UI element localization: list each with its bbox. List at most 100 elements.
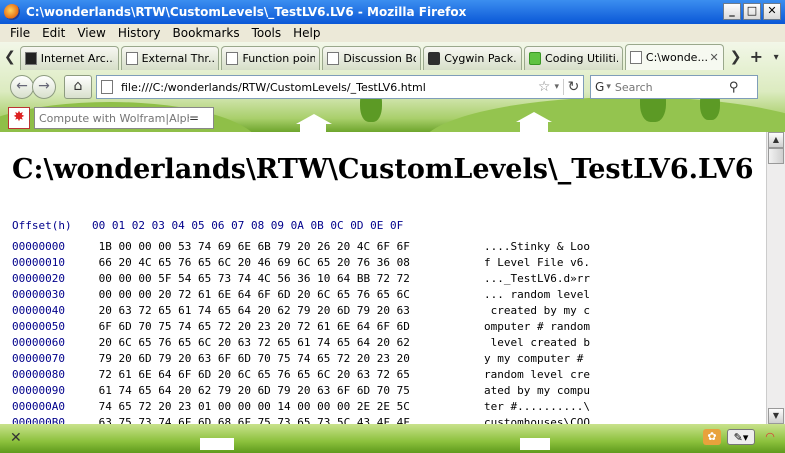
hex-bytes: 74 65 72 20 23 01 00 00 00 14 00 00 00 2… [92, 400, 410, 413]
hex-offset: 00000080 [12, 368, 65, 381]
title-bar: C:\wonderlands\RTW\CustomLevels\_TestLV6… [0, 0, 785, 24]
tab-current-file[interactable]: C:\wonde... ✕ [624, 44, 724, 70]
hex-bytes: 6F 6D 70 75 74 65 72 20 23 20 72 61 6E 6… [92, 320, 410, 333]
menu-view[interactable]: View [71, 26, 111, 40]
page-title: C:\wonderlands\RTW\CustomLevels\_TestLV6… [12, 154, 754, 185]
hex-row: 00000000 1B 00 00 00 53 74 69 6E 6B 79 2… [12, 239, 590, 255]
hex-bytes: 72 61 6E 64 6F 6D 20 6C 65 76 65 6C 20 6… [92, 368, 410, 381]
hex-ascii: customhouses\COO [484, 416, 590, 424]
wolfram-input[interactable] [39, 111, 189, 125]
hex-offset: 00000060 [12, 336, 65, 349]
tab-function-pointers[interactable]: Function poin... [221, 46, 321, 70]
menu-help[interactable]: Help [287, 26, 326, 40]
hex-row: 00000080 72 61 6E 64 6F 6D 20 6C 65 76 6… [12, 367, 590, 383]
tab-close-icon[interactable]: ✕ [710, 51, 719, 64]
scroll-down-button[interactable]: ▼ [768, 408, 784, 424]
tab-external-threads[interactable]: External Thr... [120, 46, 220, 70]
tab-label: Cygwin Pack... [444, 52, 518, 65]
tab-cygwin-packages[interactable]: Cygwin Pack... [423, 46, 523, 70]
menu-history[interactable]: History [112, 26, 167, 40]
url-text[interactable]: file:///C:/wonderlands/RTW/CustomLevels/… [121, 81, 538, 94]
hex-row: 000000A0 74 65 72 20 23 01 00 00 00 14 0… [12, 399, 590, 415]
navigation-bar: ← → ⌂ file:///C:/wonderlands/RTW/CustomL… [0, 72, 785, 102]
hex-bytes: 66 20 4C 65 76 65 6C 20 46 69 6C 65 20 7… [92, 256, 410, 269]
hex-bytes: 00 00 00 5F 54 65 73 74 4C 56 36 10 64 B… [92, 272, 410, 285]
tabs-scroll-left-button[interactable]: ❮ [0, 46, 20, 70]
hex-row: 00000030 00 00 00 20 72 61 6E 64 6F 6D 2… [12, 287, 590, 303]
wolfram-alpha-icon[interactable]: ✸ [8, 107, 30, 129]
menu-tools[interactable]: Tools [246, 26, 288, 40]
bookmark-star-icon[interactable]: ☆ [538, 79, 551, 95]
addon-icons: ✿ ✎▾ ◠ [703, 429, 779, 445]
hex-row: 000000B0 63 75 73 74 6F 6D 68 6F 75 73 6… [12, 415, 590, 424]
wolfram-compute-button[interactable]: = [189, 111, 199, 125]
search-engine-icon[interactable]: G [595, 80, 604, 94]
hex-offset: 00000070 [12, 352, 65, 365]
forward-button[interactable]: → [32, 75, 56, 99]
hex-bytes: 61 74 65 64 20 62 79 20 6D 79 20 63 6F 6… [92, 384, 410, 397]
tab-internet-archive[interactable]: Internet Arc... [19, 46, 119, 70]
new-tab-button[interactable]: + [746, 46, 768, 70]
hex-bytes: 1B 00 00 00 53 74 69 6E 6B 79 20 26 20 4… [92, 240, 410, 253]
tab-label: C:\wonde... [645, 51, 707, 64]
rainbow-addon-icon[interactable]: ◠ [761, 429, 779, 445]
search-engine-dropdown-icon[interactable]: ▾ [606, 82, 611, 92]
search-icon[interactable]: ⚲ [729, 80, 739, 95]
archive-icon [24, 52, 37, 65]
hex-row: 00000010 66 20 4C 65 76 65 6C 20 46 69 6… [12, 255, 590, 271]
tab-label: Function poin... [242, 52, 315, 65]
fox-addon-icon[interactable]: ✿ [703, 429, 721, 445]
hex-offset: 00000050 [12, 320, 65, 333]
back-button[interactable]: ← [10, 75, 34, 99]
tab-label: Internet Arc... [40, 52, 114, 65]
home-button[interactable]: ⌂ [64, 75, 92, 99]
hex-row: 00000060 20 6C 65 76 65 6C 20 63 72 65 6… [12, 335, 590, 351]
menu-bookmarks[interactable]: Bookmarks [167, 26, 246, 40]
hex-offset: 000000B0 [12, 416, 65, 424]
tabs-scroll-right-button[interactable]: ❯ [726, 46, 746, 70]
menu-edit[interactable]: Edit [36, 26, 71, 40]
vertical-scrollbar[interactable]: ▲ ▼ [766, 132, 785, 424]
addon-bar: ✕ ✿ ✎▾ ◠ [0, 424, 785, 453]
hex-offset: 00000040 [12, 304, 65, 317]
url-history-dropdown[interactable]: ▾ [554, 82, 559, 92]
url-bar[interactable]: file:///C:/wonderlands/RTW/CustomLevels/… [96, 75, 584, 99]
hex-offset: 00000010 [12, 256, 65, 269]
hex-bytes: 00 00 00 20 72 61 6E 64 6F 6D 20 6C 65 7… [92, 288, 410, 301]
hex-offset: 00000090 [12, 384, 65, 397]
theme-house-decoration [200, 438, 234, 450]
tool-addon-icon[interactable]: ✎▾ [727, 429, 755, 445]
hex-ascii: random level cre [484, 368, 590, 381]
hex-ascii: ... random level [484, 288, 590, 301]
hex-dump: Offset(h) 00 01 02 03 04 05 06 07 08 09 0… [12, 218, 590, 424]
minimize-button[interactable]: _ [723, 3, 741, 20]
hex-offset: 00000030 [12, 288, 65, 301]
tab-coding-utilities[interactable]: Coding Utiliti... [524, 46, 623, 70]
menu-file[interactable]: File [4, 26, 36, 40]
hex-column-header: 00 01 02 03 04 05 06 07 08 09 0A 0B 0C 0… [92, 219, 404, 232]
hex-ascii: ..._TestLV6.d»rr [484, 272, 590, 285]
wolfram-field[interactable]: = [34, 107, 214, 129]
hex-offset: 000000A0 [12, 400, 65, 413]
page-icon [629, 51, 642, 64]
hex-ascii: ated by my compu [484, 384, 590, 397]
search-bar[interactable]: G ▾ ⚲ [590, 75, 758, 99]
scroll-thumb[interactable] [768, 148, 784, 164]
tab-label: Discussion Bo... [343, 52, 416, 65]
scroll-up-button[interactable]: ▲ [768, 132, 784, 148]
close-button[interactable]: ✕ [763, 3, 781, 20]
close-addon-bar-icon[interactable]: ✕ [10, 430, 22, 446]
hex-bytes: 79 20 6D 79 20 63 6F 6D 70 75 74 65 72 2… [92, 352, 410, 365]
reload-button[interactable]: ↻ [563, 79, 583, 95]
page-icon [101, 80, 113, 94]
check-icon [529, 52, 542, 65]
hex-ascii: ....Stinky & Loo [484, 240, 590, 253]
maximize-button[interactable]: □ [743, 3, 761, 20]
tab-discussion-board[interactable]: Discussion Bo... [322, 46, 422, 70]
list-all-tabs-button[interactable]: ▾ [767, 46, 785, 70]
hex-offset: 00000020 [12, 272, 65, 285]
window-title: C:\wonderlands\RTW\CustomLevels\_TestLV6… [26, 5, 467, 19]
search-input[interactable] [614, 80, 725, 94]
page-icon [125, 52, 138, 65]
hex-row: 00000040 20 63 72 65 61 74 65 64 20 62 7… [12, 303, 590, 319]
